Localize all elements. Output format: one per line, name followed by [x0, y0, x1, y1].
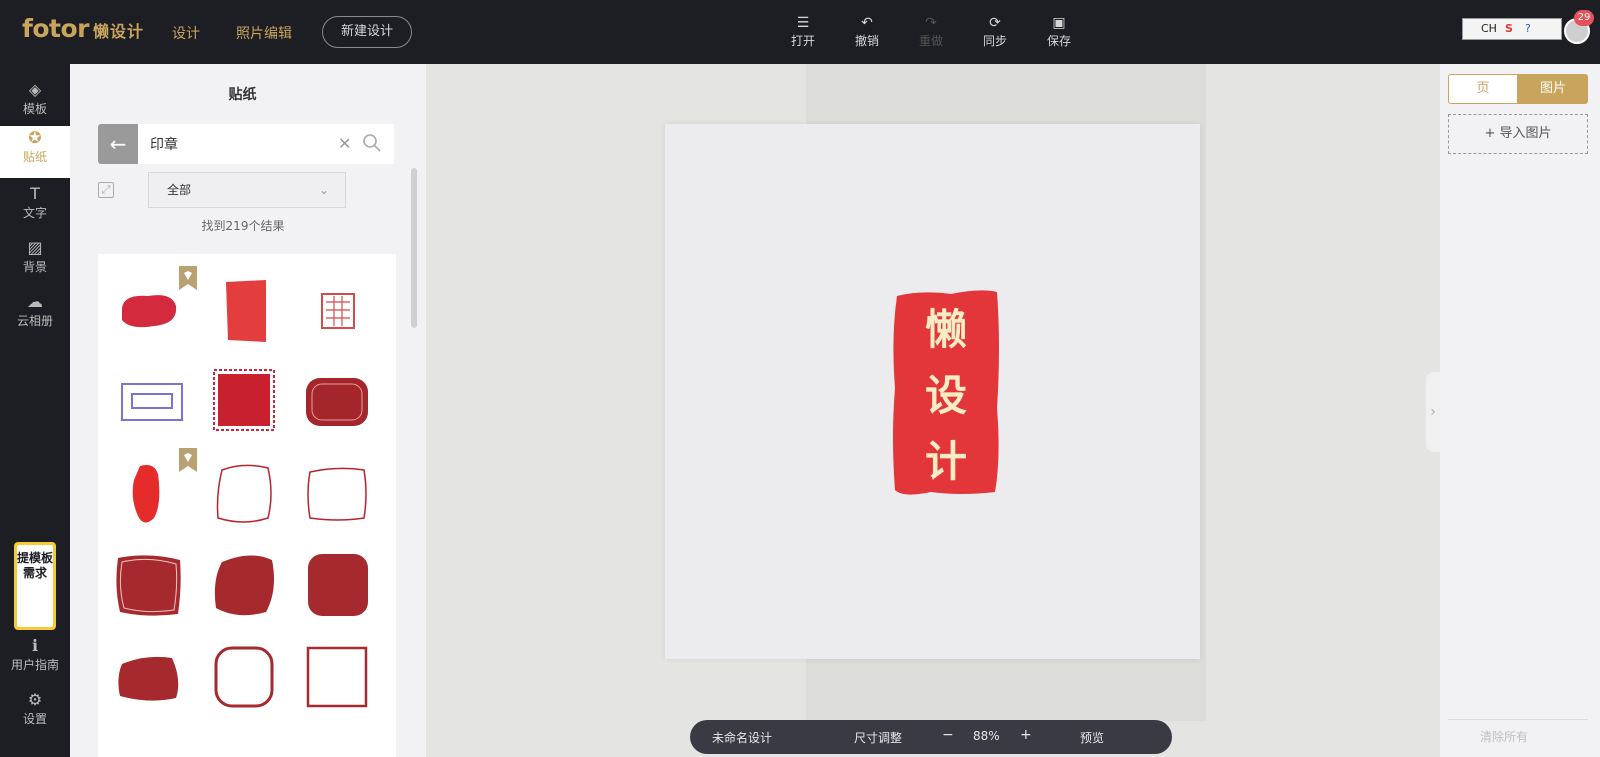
chevron-down-icon: ⌄	[318, 183, 329, 197]
search-input[interactable]	[138, 124, 394, 164]
tab-page[interactable]: 页	[1448, 74, 1518, 104]
zoom-level: 88%	[973, 729, 1000, 743]
background-icon: ▨	[27, 238, 43, 257]
gear-icon: ⚙	[27, 690, 43, 709]
lang-indicator[interactable]: CH	[1481, 22, 1497, 35]
sticker-item[interactable]	[102, 356, 194, 448]
redo-button[interactable]: ↷ 重做	[906, 14, 956, 49]
sidebar-item-templates[interactable]: ◈ 模板	[0, 78, 70, 130]
layers-icon: ◈	[28, 80, 42, 99]
input-method-tray[interactable]: CH S ?	[1462, 18, 1562, 40]
clear-search-icon[interactable]: ✕	[338, 134, 351, 153]
sidebar-item-stickers[interactable]: ✪ 贴纸	[0, 126, 70, 178]
left-sidebar: ◈ 模板 ✪ 贴纸 T 文字 ▨ 背景 ☁ 云相册 提模板需求 ℹ 用户指南 ⚙…	[0, 64, 70, 757]
menu-icon: ☰	[796, 15, 810, 31]
sidebar-item-settings[interactable]: ⚙ 设置	[0, 688, 70, 740]
expand-icon[interactable]: ⤢	[98, 182, 114, 198]
preview-button[interactable]: 预览	[1080, 729, 1104, 746]
sidebar-item-background[interactable]: ▨ 背景	[0, 236, 70, 288]
sticker-item[interactable]	[198, 266, 290, 358]
seal-char: 设	[925, 371, 967, 420]
notification-badge: 29	[1574, 10, 1594, 26]
new-design-button[interactable]: 新建设计	[322, 16, 412, 48]
nav-photo-edit[interactable]: 照片编辑	[236, 23, 292, 43]
sticker-item[interactable]	[198, 540, 290, 632]
sticker-item[interactable]	[292, 632, 384, 724]
bottom-status-bar: 未命名设计 尺寸调整 − 88% + 预览	[690, 720, 1172, 754]
seal-sticker[interactable]: 懒 设 计	[891, 288, 1001, 498]
panel-title: 贴纸	[228, 87, 257, 103]
sogou-icon[interactable]: S	[1505, 22, 1513, 35]
sticker-item[interactable]	[292, 356, 384, 448]
cloud-upload-icon: ☁	[27, 292, 43, 311]
save-button[interactable]: ▣ 保存	[1034, 14, 1084, 49]
tab-image[interactable]: 图片	[1518, 74, 1588, 104]
search-icon[interactable]	[362, 133, 382, 153]
undo-button[interactable]: ↶ 撤销	[842, 14, 892, 49]
sticker-item[interactable]	[198, 632, 290, 724]
sticker-item[interactable]	[292, 266, 384, 358]
collapse-panel-handle[interactable]: ›	[1426, 372, 1440, 452]
sticker-item[interactable]	[102, 540, 194, 632]
template-request-badge[interactable]: 提模板需求	[14, 542, 56, 630]
seal-char: 懒	[925, 305, 967, 354]
sticker-icon: ✪	[28, 128, 42, 147]
seal-char: 计	[925, 437, 967, 486]
sticker-grid	[98, 254, 396, 757]
design-name[interactable]: 未命名设计	[712, 729, 772, 746]
clear-all-button[interactable]: 清除所有	[1480, 728, 1528, 745]
back-button[interactable]: ←	[98, 124, 138, 164]
sticker-item[interactable]	[292, 540, 384, 632]
redo-icon: ↷	[925, 15, 937, 31]
sync-button[interactable]: ⟳ 同步	[970, 14, 1020, 49]
result-count: 找到219个结果	[201, 219, 285, 233]
sticker-item[interactable]	[198, 448, 290, 540]
help-icon[interactable]: ?	[1525, 22, 1531, 35]
sticker-item[interactable]	[102, 632, 194, 724]
right-panel: 页 图片 + 导入图片 清除所有	[1440, 64, 1600, 757]
info-icon: ℹ	[31, 636, 39, 655]
sticker-item[interactable]	[198, 356, 290, 448]
text-icon: T	[30, 184, 40, 203]
sidebar-item-cloud[interactable]: ☁ 云相册	[0, 290, 70, 342]
sidebar-item-text[interactable]: T 文字	[0, 182, 70, 234]
zoom-in-button[interactable]: +	[1020, 727, 1032, 743]
design-canvas[interactable]: 懒 设 计	[665, 124, 1200, 659]
resize-button[interactable]: 尺寸调整	[854, 729, 902, 746]
undo-icon: ↶	[861, 15, 873, 31]
top-bar: fotor 懒设计 设计 照片编辑 新建设计 ☰ 打开 ↶ 撤销 ↷ 重做 ⟳ 同…	[0, 0, 1600, 64]
zoom-out-button[interactable]: −	[942, 727, 954, 743]
nav-design[interactable]: 设计	[172, 23, 200, 43]
fotor-logo[interactable]: fotor 懒设计	[22, 14, 144, 43]
sticker-panel: 贴纸 ← ✕ ⤢ 全部 ⌄ 找到219个结果	[70, 64, 426, 757]
import-image-button[interactable]: + 导入图片	[1448, 114, 1588, 154]
panel-scrollbar[interactable]	[411, 168, 417, 328]
sidebar-item-guide[interactable]: ℹ 用户指南	[0, 634, 70, 686]
category-select[interactable]: 全部 ⌄	[148, 172, 346, 208]
sticker-item[interactable]	[292, 448, 384, 540]
save-icon: ▣	[1052, 15, 1066, 31]
open-button[interactable]: ☰ 打开	[778, 14, 828, 49]
sync-icon: ⟳	[989, 15, 1001, 31]
